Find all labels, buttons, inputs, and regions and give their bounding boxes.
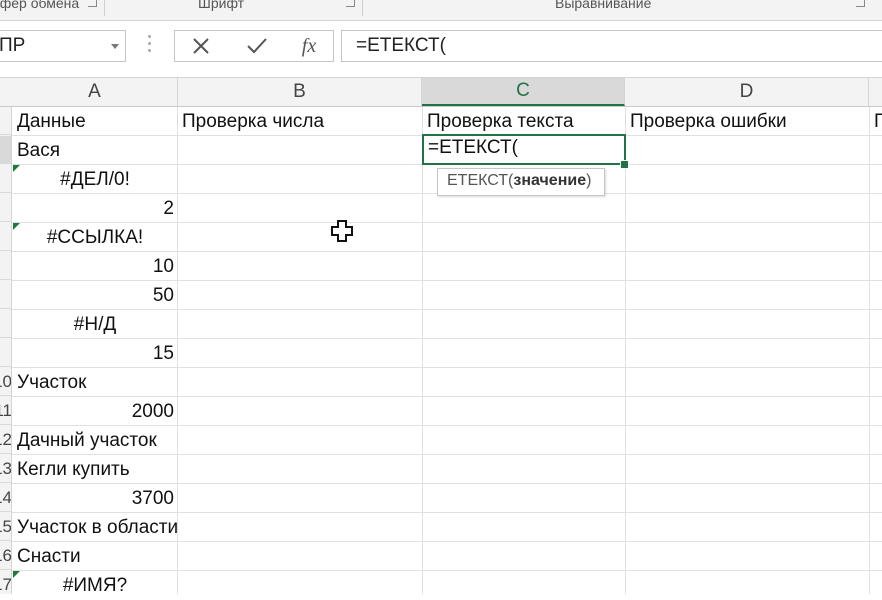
cell-b1[interactable]: Проверка числа — [177, 108, 422, 136]
row-header[interactable] — [0, 165, 11, 193]
row-header[interactable] — [0, 136, 11, 164]
error-indicator-icon[interactable] — [13, 223, 20, 230]
cell-a11[interactable]: 2000 — [12, 398, 178, 426]
column-header-e[interactable] — [869, 78, 882, 106]
row-header[interactable]: 14 — [0, 484, 11, 512]
row-header[interactable] — [0, 339, 11, 367]
ribbon: Буфер обмена Шрифт Выравнивание — [0, 0, 882, 21]
tooltip-text: ЕТЕКСТ(значение) — [447, 172, 591, 190]
grid-line — [422, 107, 423, 594]
cell-e1[interactable]: П — [869, 108, 882, 136]
drag-handle-icon[interactable] — [148, 35, 152, 57]
row-header-column: 10 11 12 13 14 15 16 17 — [0, 107, 12, 594]
column-header-d[interactable]: D — [625, 78, 869, 106]
cell-a17[interactable]: #ИМЯ? — [12, 572, 178, 600]
cell-a2[interactable]: Вася — [12, 137, 178, 165]
cell-d1[interactable]: Проверка ошибки — [625, 108, 869, 136]
formula-input[interactable]: =ЕТЕКСТ( — [341, 30, 882, 62]
cell-a9[interactable]: 15 — [12, 340, 178, 368]
tooltip-function-name[interactable]: ЕТЕКСТ( — [447, 172, 513, 189]
row-header[interactable] — [0, 310, 11, 338]
close-icon[interactable] — [181, 31, 221, 61]
cell-a4[interactable]: 2 — [12, 195, 178, 223]
column-header-row: A B C D — [0, 78, 882, 107]
cell-a5[interactable]: #ССЫЛКА! — [12, 224, 178, 252]
font-launcher-icon[interactable] — [346, 0, 355, 7]
active-cell-text: =ЕТЕКСТ( — [428, 137, 518, 158]
ribbon-group-alignment: Выравнивание — [555, 0, 652, 11]
row-header[interactable]: 13 — [0, 455, 11, 483]
cell-cursor-icon — [330, 219, 354, 243]
cell-a10[interactable]: Участок — [12, 369, 178, 397]
row-header[interactable]: 11 — [0, 397, 11, 425]
cell-a6[interactable]: 10 — [12, 253, 178, 281]
tooltip-argument[interactable]: значение — [513, 172, 586, 189]
formula-buttons: fx — [174, 30, 334, 62]
grid-line — [869, 107, 870, 594]
cell-c1[interactable]: Проверка текста — [422, 108, 625, 136]
error-indicator-icon[interactable] — [13, 165, 20, 172]
column-header-c[interactable]: C — [422, 78, 625, 106]
row-header[interactable]: 12 — [0, 426, 11, 454]
clipboard-launcher-icon[interactable] — [88, 0, 97, 7]
check-icon[interactable] — [237, 31, 277, 61]
cell-a16[interactable]: Снасти — [12, 543, 178, 571]
row-header[interactable] — [0, 281, 11, 309]
row-header[interactable]: 17 — [0, 571, 11, 594]
row-header[interactable]: 10 — [0, 368, 11, 396]
cell-a12[interactable]: Дачный участок — [12, 427, 178, 455]
ribbon-group-font: Шрифт — [198, 0, 245, 11]
chevron-down-icon[interactable] — [111, 44, 119, 49]
cell-a8[interactable]: #Н/Д — [12, 311, 178, 339]
name-box[interactable]: ПР — [0, 30, 126, 62]
formula-text: =ЕТЕКСТ( — [356, 35, 446, 56]
fx-icon[interactable]: fx — [289, 31, 329, 61]
fx-label: fx — [301, 34, 317, 57]
alignment-launcher-icon[interactable] — [856, 0, 865, 7]
row-header[interactable] — [0, 252, 11, 280]
ribbon-group-clipboard: Буфер обмена — [0, 0, 80, 11]
function-tooltip: ЕТЕКСТ(значение) — [437, 168, 605, 196]
cell-a13[interactable]: Кегли купить — [12, 456, 178, 484]
row-header[interactable]: 16 — [0, 542, 11, 570]
grid-line — [625, 107, 626, 594]
column-header-a[interactable]: A — [12, 78, 178, 106]
cell-a1[interactable]: Данные — [12, 108, 178, 136]
row-header[interactable] — [0, 194, 11, 222]
row-header[interactable] — [0, 107, 11, 135]
ribbon-separator — [104, 0, 105, 16]
cell-a15[interactable]: Участок в области — [12, 514, 178, 542]
cell-a14[interactable]: 3700 — [12, 485, 178, 513]
cell-a7[interactable]: 50 — [12, 282, 178, 310]
row-header[interactable] — [0, 223, 11, 251]
ribbon-separator — [362, 0, 363, 16]
name-box-value: ПР — [0, 35, 26, 56]
active-cell-c2[interactable]: =ЕТЕКСТ( — [422, 134, 626, 165]
cell-a3[interactable]: #ДЕЛ/0! — [12, 166, 178, 194]
fill-handle[interactable] — [620, 160, 629, 169]
tooltip-closing: ) — [586, 172, 592, 189]
error-indicator-icon[interactable] — [13, 571, 20, 578]
row-header[interactable]: 15 — [0, 513, 11, 541]
formula-bar: ПР fx =ЕТЕКСТ( — [0, 21, 882, 78]
column-header-b[interactable]: B — [178, 78, 422, 106]
